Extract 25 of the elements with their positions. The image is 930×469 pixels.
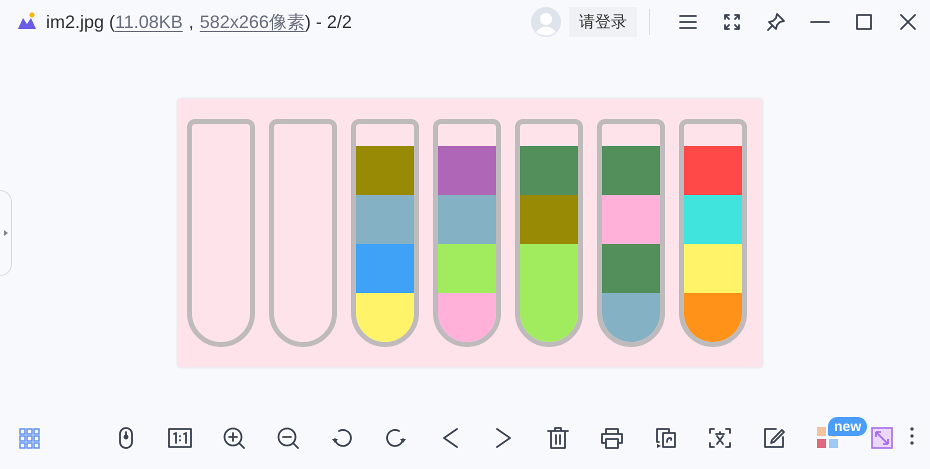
file-size-link[interactable]: 11.08KB <box>115 12 183 33</box>
file-name: im2.jpg ( <box>46 12 116 33</box>
print-icon[interactable] <box>600 426 624 450</box>
fullscreen-icon[interactable] <box>721 11 743 33</box>
actual-size-icon[interactable] <box>168 426 192 450</box>
maximize-icon[interactable] <box>853 11 875 33</box>
close-icon[interactable] <box>897 11 919 33</box>
login-button[interactable]: 请登录 <box>569 7 637 37</box>
grid-view-icon[interactable] <box>18 426 42 450</box>
page-counter: ) - 2/2 <box>304 12 352 33</box>
pin-icon[interactable] <box>765 11 787 33</box>
crop-icon[interactable] <box>870 426 894 450</box>
separator: , <box>188 12 194 33</box>
more-icon[interactable] <box>908 424 915 446</box>
text-recognition-icon[interactable] <box>708 426 732 450</box>
rotate-left-icon[interactable] <box>330 426 354 450</box>
zoom-out-icon[interactable] <box>276 426 300 450</box>
dimensions-link[interactable]: 582x266像素 <box>200 10 305 34</box>
delete-icon[interactable] <box>546 426 570 450</box>
new-badge: new <box>828 417 868 436</box>
expand-arrow-icon[interactable] <box>2 229 8 237</box>
rotate-right-icon[interactable] <box>384 426 408 450</box>
zoom-in-icon[interactable] <box>222 426 246 450</box>
edit-icon[interactable] <box>762 426 786 450</box>
convert-icon[interactable] <box>654 426 678 450</box>
